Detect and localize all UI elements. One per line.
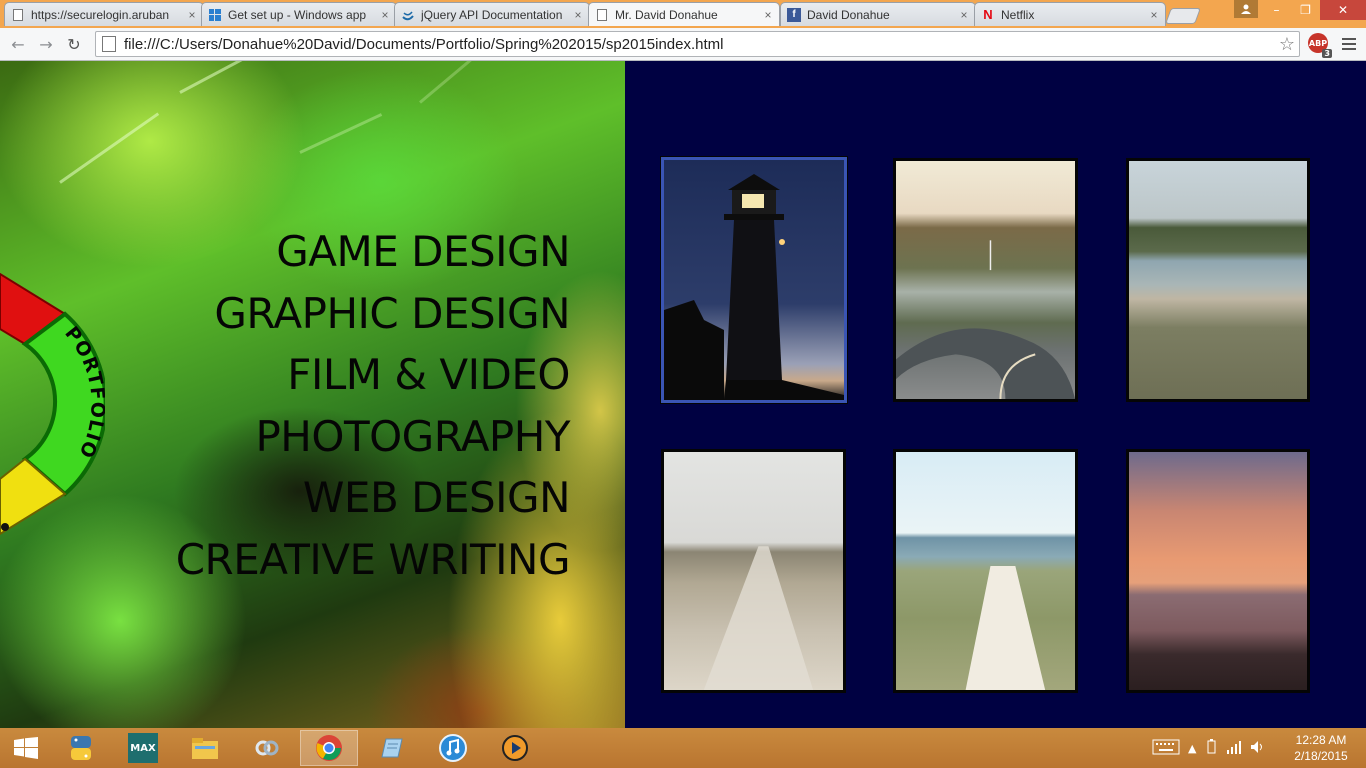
url-input[interactable]: [124, 35, 1275, 53]
tab-title: https://securelogin.aruban: [31, 7, 170, 22]
close-tab-icon[interactable]: ×: [761, 8, 775, 22]
restore-icon[interactable]: ❐: [1291, 0, 1320, 20]
minimize-icon[interactable]: –: [1262, 0, 1291, 20]
reload-icon[interactable]: ↻: [63, 34, 85, 54]
close-tab-icon[interactable]: ×: [1147, 8, 1161, 22]
photo-dune-path-ocean[interactable]: [893, 449, 1078, 693]
back-arrow-icon[interactable]: ←: [7, 34, 29, 54]
tab-netflix[interactable]: N Netflix ×: [974, 2, 1166, 26]
tab-windows-app[interactable]: Get set up - Windows app ×: [201, 2, 397, 26]
media-player-icon[interactable]: [486, 730, 544, 766]
tab-facebook[interactable]: f David Donahue ×: [780, 2, 976, 26]
close-tab-icon[interactable]: ×: [185, 8, 199, 22]
tab-title: David Donahue: [807, 7, 890, 22]
tab-title: Mr. David Donahue: [615, 7, 718, 22]
windows-logo-icon: [208, 8, 222, 22]
clock-date: 2/18/2015: [1294, 749, 1348, 763]
window-controls: – ❐ ✕: [1262, 0, 1366, 20]
user-profile-icon[interactable]: [1234, 0, 1258, 18]
browser-titlebar: https://securelogin.aruban × Get set up …: [0, 0, 1366, 28]
windows-start-icon[interactable]: [6, 734, 46, 762]
tab-title: Get set up - Windows app: [228, 7, 367, 22]
notepad-icon[interactable]: [362, 730, 420, 766]
photo-coastal-road[interactable]: [893, 158, 1078, 402]
page-icon: [102, 36, 116, 52]
close-tab-icon[interactable]: ×: [571, 8, 585, 22]
abstract-background-image: PORTFOLIO GAME DESIGN GRAPHIC DESIGN FIL…: [0, 61, 625, 728]
nav-photography[interactable]: PHOTOGRAPHY: [176, 406, 570, 468]
browser-toolbar: ← → ↻ ☆ ABP 3: [0, 28, 1366, 61]
nav-web-design[interactable]: WEB DESIGN: [176, 467, 571, 529]
photo-beach-cove[interactable]: [1126, 158, 1310, 402]
adblock-plus-icon[interactable]: ABP 3: [1308, 33, 1332, 58]
photo-lighthouse-night[interactable]: [660, 156, 848, 404]
facebook-icon: f: [787, 7, 801, 22]
system-tray: ▲: [1152, 728, 1266, 768]
3ds-max-icon[interactable]: MAX: [114, 730, 172, 766]
python-icon[interactable]: [52, 730, 110, 766]
netflix-icon: N: [983, 7, 993, 22]
itunes-icon[interactable]: [424, 730, 482, 766]
close-tab-icon[interactable]: ×: [957, 8, 971, 22]
volume-icon[interactable]: [1250, 740, 1266, 757]
page-icon: [595, 8, 609, 22]
nav-game-design[interactable]: GAME DESIGN: [176, 221, 570, 283]
keyboard-icon[interactable]: [1152, 739, 1180, 758]
category-nav: GAME DESIGN GRAPHIC DESIGN FILM & VIDEO …: [176, 221, 571, 591]
address-bar[interactable]: ☆: [95, 31, 1300, 57]
menu-icon[interactable]: [1340, 35, 1358, 53]
system-clock[interactable]: 12:28 AM 2/18/2015: [1290, 732, 1352, 764]
power-icon[interactable]: [1204, 738, 1218, 758]
new-tab-button[interactable]: [1165, 8, 1201, 24]
forward-arrow-icon[interactable]: →: [35, 34, 57, 54]
clock-time: 12:28 AM: [1295, 733, 1347, 747]
tab-david-donahue-portfolio[interactable]: Mr. David Donahue ×: [588, 2, 780, 26]
jquery-icon: [401, 8, 415, 22]
adblock-label: ABP: [1308, 38, 1328, 48]
signal-icon[interactable]: [1226, 740, 1242, 757]
page-icon: [11, 8, 25, 22]
nav-graphic-design[interactable]: GRAPHIC DESIGN: [176, 283, 570, 345]
nav-film-video[interactable]: FILM & VIDEO: [176, 344, 570, 406]
show-hidden-icons-icon[interactable]: ▲: [1188, 742, 1196, 755]
adblock-count: 3: [1322, 49, 1332, 58]
close-window-icon[interactable]: ✕: [1320, 0, 1366, 20]
chrome-icon[interactable]: [300, 730, 358, 766]
portfolio-page: PORTFOLIO GAME DESIGN GRAPHIC DESIGN FIL…: [0, 61, 1366, 728]
photo-dune-path-overcast[interactable]: [661, 449, 846, 693]
tab-jquery-docs[interactable]: jQuery API Documentation ×: [394, 2, 590, 26]
tab-title: jQuery API Documentation: [421, 7, 563, 22]
file-explorer-icon[interactable]: [176, 730, 234, 766]
close-tab-icon[interactable]: ×: [378, 8, 392, 22]
photo-sunset-shore[interactable]: [1126, 449, 1310, 693]
tab-securelogin[interactable]: https://securelogin.aruban ×: [4, 2, 204, 26]
tab-title: Netflix: [1001, 7, 1035, 22]
portfolio-wheel[interactable]: PORTFOLIO: [0, 244, 105, 544]
network-icon[interactable]: [238, 730, 296, 766]
nav-creative-writing[interactable]: CREATIVE WRITING: [176, 529, 571, 591]
windows-taskbar: MAX ▲ 12:28 AM 2/18/2015: [0, 728, 1366, 768]
bookmark-star-icon[interactable]: ☆: [1275, 34, 1299, 55]
